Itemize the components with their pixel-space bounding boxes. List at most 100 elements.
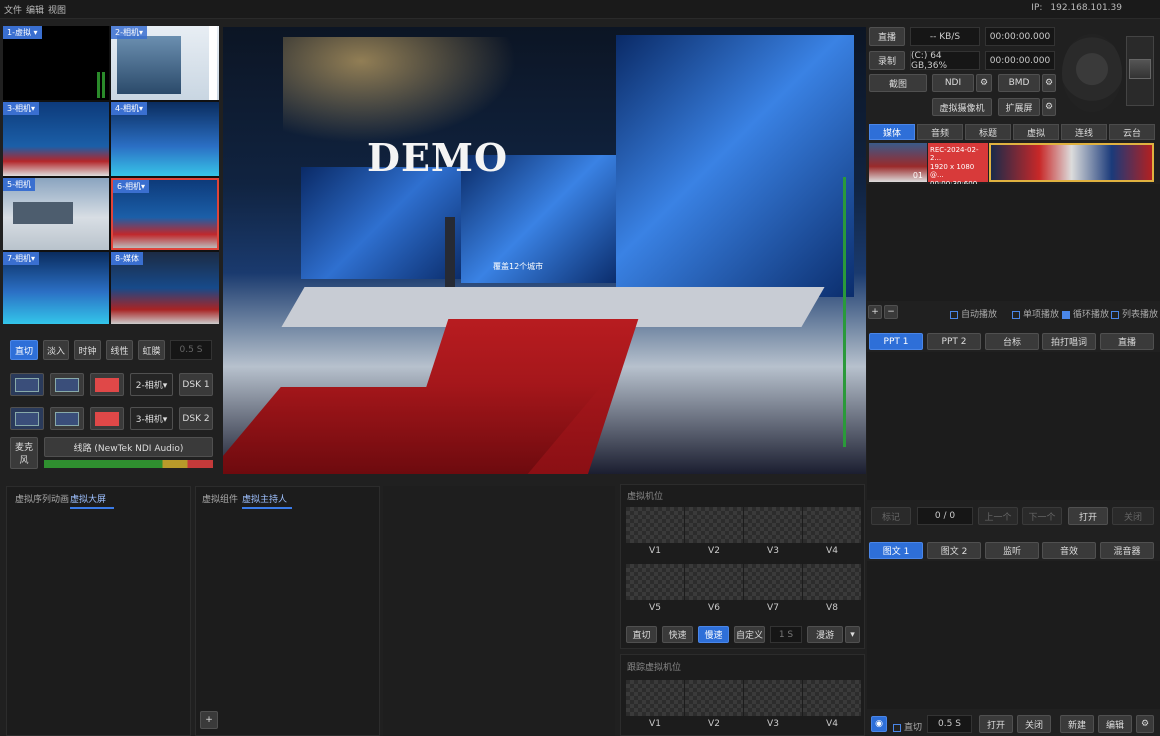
- dsk1-fill-button[interactable]: [50, 373, 84, 396]
- add-media-button[interactable]: +: [868, 305, 882, 319]
- tab-logo[interactable]: 台标: [985, 333, 1039, 350]
- ppt-open-button[interactable]: 打开: [1068, 507, 1108, 525]
- tab-virtual-host[interactable]: 虚拟主持人: [242, 492, 292, 509]
- dsk2-source-select[interactable]: 3-相机▾: [130, 407, 173, 430]
- position-custom-button[interactable]: 自定义: [734, 626, 765, 643]
- dsk2-fill-button[interactable]: [50, 407, 84, 430]
- graphic-new-button[interactable]: 新建: [1060, 715, 1094, 733]
- tab-virtual-sequence[interactable]: 虚拟序列动画: [15, 492, 69, 505]
- position-roam-button[interactable]: 漫游: [807, 626, 843, 643]
- virtual-camera-button[interactable]: 虚拟摄像机: [932, 98, 992, 116]
- loop-play-option[interactable]: 循环播放: [1062, 307, 1109, 320]
- graphic-cut-option[interactable]: 直切: [893, 720, 922, 733]
- multiview-tile-7[interactable]: 7-相机▾: [3, 252, 109, 324]
- multiview-tile-4[interactable]: 4-相机▾: [111, 102, 219, 176]
- dsk1-source-select[interactable]: 2-相机▾: [130, 373, 173, 396]
- multiview-tile-8[interactable]: 8-媒体: [111, 252, 219, 324]
- screenshot-button[interactable]: 截图: [869, 74, 927, 92]
- mic-button[interactable]: 麦克风: [10, 437, 38, 469]
- ppt-next-button[interactable]: 下一个: [1022, 507, 1062, 525]
- multiview-tile-1[interactable]: 1-虚拟 ▾: [3, 26, 109, 100]
- extend-settings-button[interactable]: ⚙: [1042, 98, 1056, 116]
- tab-sound-effects[interactable]: 音效: [1042, 542, 1096, 559]
- tab-live-ppt[interactable]: 直播: [1100, 333, 1154, 350]
- graphic-duration-spinner[interactable]: 0.5 S: [927, 715, 972, 733]
- menu-view[interactable]: 视图: [48, 3, 66, 16]
- multiview-tile-5[interactable]: 5-相机: [3, 178, 109, 250]
- ndi-button[interactable]: NDI: [932, 74, 974, 92]
- menu-file[interactable]: 文件: [4, 3, 22, 16]
- position-fast-button[interactable]: 快速: [662, 626, 693, 643]
- virtual-slot-v2[interactable]: V2: [685, 507, 743, 557]
- transition-cut-button[interactable]: 直切: [10, 340, 38, 360]
- dsk1-button[interactable]: DSK 1: [179, 373, 213, 396]
- ndi-settings-button[interactable]: ⚙: [976, 74, 992, 92]
- tab-connection[interactable]: 连线: [1061, 124, 1107, 140]
- tab-ptz[interactable]: 云台: [1109, 124, 1155, 140]
- list-play-option[interactable]: 列表播放: [1111, 307, 1158, 320]
- graphic-open-button[interactable]: 打开: [979, 715, 1013, 733]
- line-audio-button[interactable]: 线路 (NewTek NDI Audio): [44, 437, 213, 457]
- tab-mixer[interactable]: 混音器: [1100, 542, 1154, 559]
- virtual-slot-v1[interactable]: V1: [626, 507, 684, 557]
- multiview-tile-6[interactable]: 6-相机▾: [111, 178, 219, 250]
- bmd-settings-button[interactable]: ⚙: [1042, 74, 1056, 92]
- graphic-settings-button[interactable]: ⚙: [1136, 715, 1154, 733]
- media-item-1[interactable]: 01: [869, 143, 927, 182]
- virtual-slot-v8[interactable]: V8: [803, 564, 861, 614]
- graphic-preview-button[interactable]: ◉: [871, 716, 887, 732]
- multiview-tile-2[interactable]: 2-相机▾: [111, 26, 219, 100]
- tab-lyrics[interactable]: 拍打唱词: [1042, 333, 1096, 350]
- transition-duration-spinner[interactable]: 0.5 S: [170, 340, 212, 360]
- add-host-button[interactable]: +: [200, 711, 218, 729]
- record-button[interactable]: 录制: [869, 51, 905, 70]
- tab-audio[interactable]: 音频: [917, 124, 963, 140]
- tab-virtual[interactable]: 虚拟: [1013, 124, 1059, 140]
- tab-monitor[interactable]: 监听: [985, 542, 1039, 559]
- tab-graphic2[interactable]: 图文 2: [927, 542, 981, 559]
- roam-dropdown[interactable]: ▾: [845, 626, 860, 643]
- ppt-close-button[interactable]: 关闭: [1112, 507, 1154, 525]
- virtual-slot-v6[interactable]: V6: [685, 564, 743, 614]
- transition-fade-button[interactable]: 淡入: [43, 340, 69, 360]
- single-play-option[interactable]: 单项播放: [1012, 307, 1059, 320]
- position-duration-spinner[interactable]: 1 S: [770, 626, 802, 643]
- tracking-slot-v4[interactable]: V4: [803, 680, 861, 730]
- tab-ppt1[interactable]: PPT 1: [869, 333, 923, 350]
- virtual-slot-v7[interactable]: V7: [744, 564, 802, 614]
- tab-ppt2[interactable]: PPT 2: [927, 333, 981, 350]
- virtual-slot-v5[interactable]: V5: [626, 564, 684, 614]
- ppt-prev-button[interactable]: 上一个: [978, 507, 1018, 525]
- ppt-mark-button[interactable]: 标记: [871, 507, 911, 525]
- position-slow-button[interactable]: 慢速: [698, 626, 729, 643]
- position-cut-button[interactable]: 直切: [626, 626, 657, 643]
- transition-iris-button[interactable]: 虹膜: [138, 340, 165, 360]
- dsk2-button[interactable]: DSK 2: [179, 407, 213, 430]
- tab-virtual-big-screen[interactable]: 虚拟大屏: [70, 492, 114, 509]
- live-button[interactable]: 直播: [869, 27, 905, 46]
- tab-graphic1[interactable]: 图文 1: [869, 542, 923, 559]
- dsk1-key-button[interactable]: [10, 373, 44, 396]
- extend-screen-button[interactable]: 扩展屏: [998, 98, 1040, 116]
- tab-title[interactable]: 标题: [965, 124, 1011, 140]
- graphic-edit-button[interactable]: 编辑: [1098, 715, 1132, 733]
- tracking-slot-v2[interactable]: V2: [685, 680, 743, 730]
- graphic-close-button[interactable]: 关闭: [1017, 715, 1051, 733]
- virtual-slot-v3[interactable]: V3: [744, 507, 802, 557]
- t-bar[interactable]: [1126, 36, 1154, 106]
- multiview-tile-3[interactable]: 3-相机▾: [3, 102, 109, 176]
- tracking-slot-v3[interactable]: V3: [744, 680, 802, 730]
- dsk2-on-air-button[interactable]: [90, 407, 124, 430]
- menu-edit[interactable]: 编辑: [26, 3, 44, 16]
- transition-linear-button[interactable]: 线性: [106, 340, 133, 360]
- media-item-2[interactable]: REC-2024-02-2... 1920 x 1080 @... 00:00:…: [928, 143, 988, 188]
- dsk2-key-button[interactable]: [10, 407, 44, 430]
- virtual-slot-v4[interactable]: V4: [803, 507, 861, 557]
- dsk1-on-air-button[interactable]: [90, 373, 124, 396]
- remove-media-button[interactable]: −: [884, 305, 898, 319]
- auto-play-option[interactable]: 自动播放: [950, 307, 997, 320]
- tab-virtual-component[interactable]: 虚拟组件: [202, 492, 238, 505]
- tracking-slot-v1[interactable]: V1: [626, 680, 684, 730]
- tab-media[interactable]: 媒体: [869, 124, 915, 140]
- transition-clock-button[interactable]: 时钟: [74, 340, 101, 360]
